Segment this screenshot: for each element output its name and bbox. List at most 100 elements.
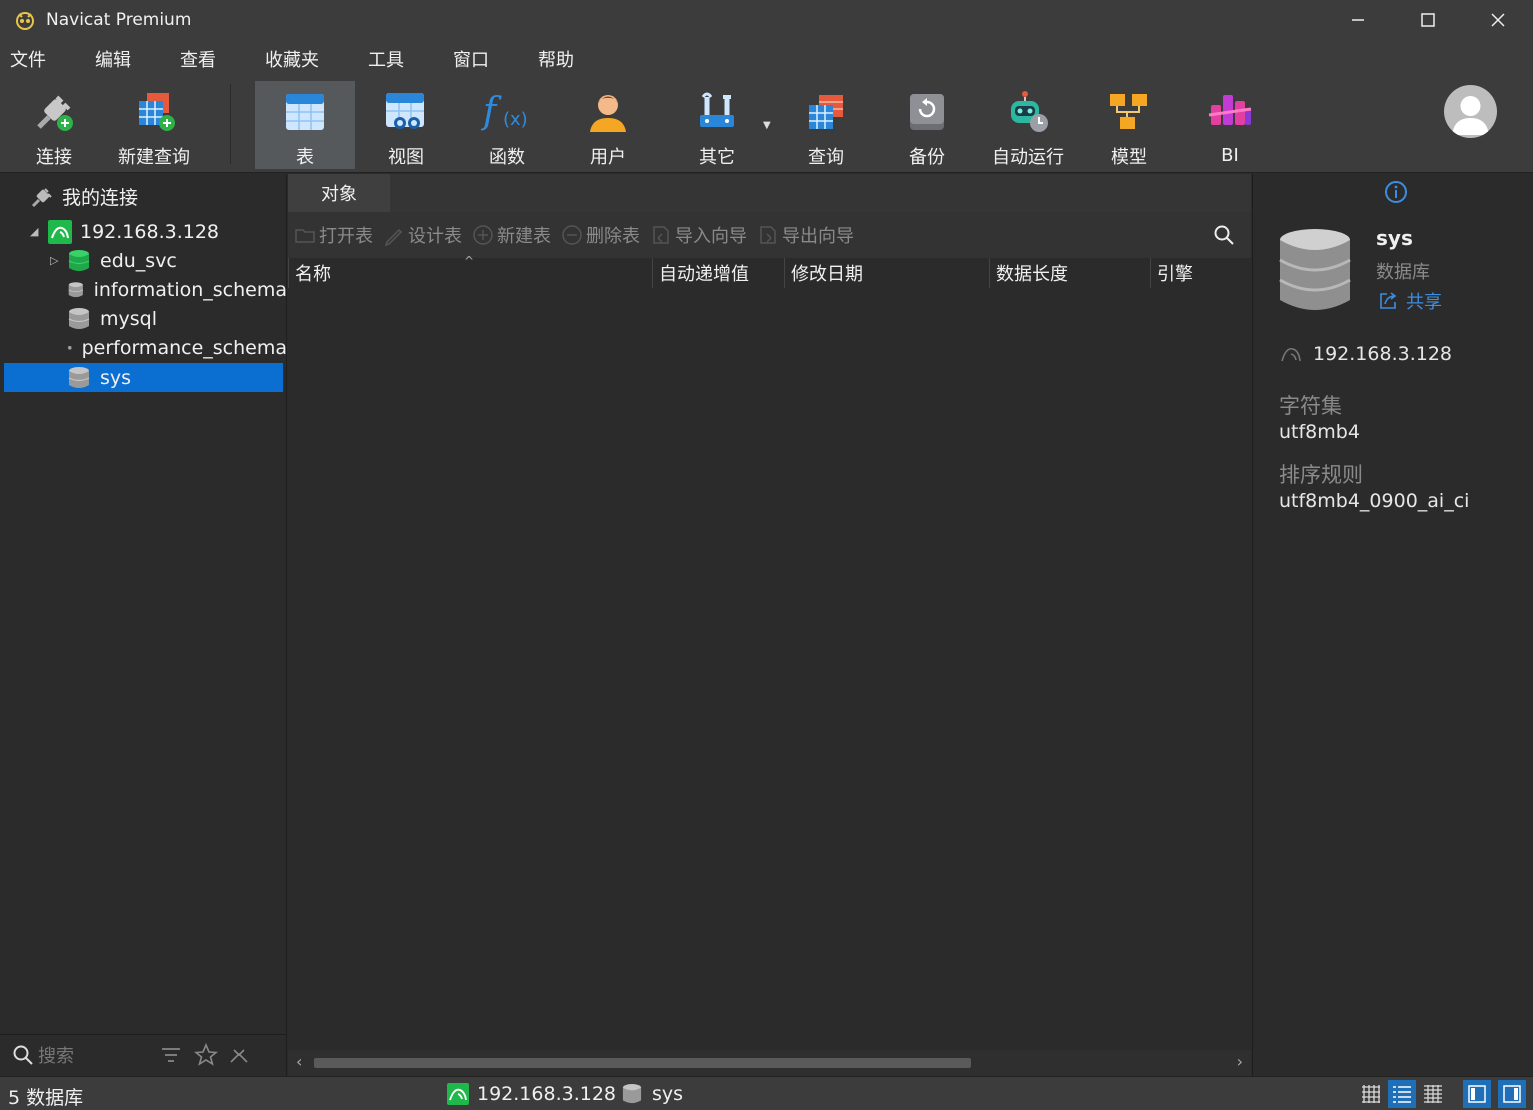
export-wizard-label: 导出向导 xyxy=(782,226,854,247)
left-pane-icon xyxy=(1468,1085,1486,1103)
tree-connection-row[interactable]: ◢ 192.168.3.128 xyxy=(0,217,287,246)
info-db-name: sys xyxy=(1376,226,1413,250)
user-button[interactable]: 用户 xyxy=(558,81,658,169)
query-label: 查询 xyxy=(808,147,844,168)
collation-label: 排序规则 xyxy=(1279,463,1363,487)
automation-button[interactable]: 自动运行 xyxy=(978,81,1078,169)
model-icon xyxy=(1110,94,1147,129)
status-connection: 192.168.3.128 xyxy=(447,1083,616,1105)
design-table-button[interactable]: 设计表 xyxy=(383,222,462,248)
tree-db-sys[interactable]: sys xyxy=(4,363,283,392)
mysql-dolphin-icon xyxy=(1281,347,1301,362)
new-table-button[interactable]: 新建表 xyxy=(472,222,551,248)
function-icon: f (x) xyxy=(481,91,528,132)
other-button[interactable]: 其它 xyxy=(667,81,767,169)
scroll-right-icon[interactable]: › xyxy=(1237,1052,1243,1071)
scroll-left-icon[interactable]: ‹ xyxy=(296,1052,302,1071)
new-query-button[interactable]: 新建查询 xyxy=(104,81,204,169)
user-avatar-icon xyxy=(1452,96,1489,135)
bi-icon xyxy=(1208,95,1252,125)
new-table-label: 新建表 xyxy=(497,226,551,247)
bi-button[interactable]: BI xyxy=(1180,81,1280,169)
detail-view-button[interactable] xyxy=(1419,1080,1447,1108)
tree-db-edu-svc[interactable]: ▷ edu_svc xyxy=(0,246,287,275)
menu-help[interactable]: 帮助 xyxy=(526,46,586,72)
account-avatar[interactable] xyxy=(1444,85,1497,138)
automation-label: 自动运行 xyxy=(992,147,1064,168)
delete-table-label: 删除表 xyxy=(586,226,640,247)
new-query-icon xyxy=(139,93,175,131)
bi-label: BI xyxy=(1221,145,1239,166)
info-icon[interactable] xyxy=(1384,180,1408,204)
new-query-label: 新建查询 xyxy=(118,147,190,168)
column-header-engine[interactable]: 引擎 xyxy=(1150,258,1251,288)
menu-window[interactable]: 窗口 xyxy=(441,46,501,72)
svg-text:f: f xyxy=(481,91,502,132)
export-wizard-button[interactable]: 导出向导 xyxy=(757,222,854,248)
column-header-data-length[interactable]: 数据长度 xyxy=(989,258,1150,288)
maximize-button[interactable] xyxy=(1393,0,1463,40)
table-button[interactable]: 表 xyxy=(255,81,355,169)
sidebar-search-input[interactable]: 搜索 xyxy=(38,1042,74,1068)
connection-tree-panel: 我的连接 ◢ 192.168.3.128 ▷ edu_svc informati… xyxy=(0,174,287,1076)
function-button[interactable]: f (x) 函数 xyxy=(457,81,557,169)
database-icon xyxy=(68,281,84,297)
connect-button[interactable]: 连接 xyxy=(4,81,104,169)
tree-db-information-schema[interactable]: information_schema xyxy=(0,275,287,304)
view-icon xyxy=(386,93,424,129)
pencil-icon xyxy=(384,228,403,246)
tree-db-performance-schema[interactable]: performance_schema xyxy=(0,333,287,362)
tab-strip: 对象 xyxy=(288,174,1251,212)
object-panel: 对象 打开表 设计表 新建表 删除表 导入向导 导出向导 ^ 名称 自动递增值 … xyxy=(288,174,1251,1076)
database-icon xyxy=(68,366,90,388)
robot-icon xyxy=(1011,91,1048,132)
view-button[interactable]: 视图 xyxy=(356,81,456,169)
minimize-button[interactable] xyxy=(1323,0,1393,40)
close-button[interactable] xyxy=(1463,0,1533,40)
grid-view-button[interactable] xyxy=(1357,1080,1385,1108)
mysql-connection-icon xyxy=(48,219,72,244)
share-label: 共享 xyxy=(1406,292,1442,313)
import-wizard-label: 导入向导 xyxy=(675,226,747,247)
query-button[interactable]: 查询 xyxy=(776,81,876,169)
tree-root-my-connections[interactable]: 我的连接 xyxy=(0,182,287,211)
backup-button[interactable]: 备份 xyxy=(877,81,977,169)
query-icon xyxy=(809,95,843,129)
charset-value: utf8mb4 xyxy=(1279,421,1360,443)
tab-objects[interactable]: 对象 xyxy=(288,174,390,212)
open-table-button[interactable]: 打开表 xyxy=(294,222,373,248)
share-link[interactable]: 共享 xyxy=(1378,288,1442,314)
model-button[interactable]: 模型 xyxy=(1079,81,1179,169)
collapse-all-icon[interactable] xyxy=(228,1044,250,1066)
main-toolbar: 连接 新建查询 表 视图 f (x) 函数 用户 其它 ▼ 查询 备份 自动运行… xyxy=(0,78,1533,173)
column-header-name[interactable]: 名称 xyxy=(288,258,652,288)
menu-view[interactable]: 查看 xyxy=(168,46,228,72)
toggle-left-pane-button[interactable] xyxy=(1463,1080,1491,1108)
delete-table-button[interactable]: 删除表 xyxy=(561,222,640,248)
import-wizard-button[interactable]: 导入向导 xyxy=(650,222,747,248)
collapse-arrow-icon[interactable]: ◢ xyxy=(30,225,48,238)
plug-icon xyxy=(31,187,52,207)
column-header-modified-date[interactable]: 修改日期 xyxy=(784,258,989,288)
search-icon[interactable] xyxy=(1213,224,1235,246)
filter-icon[interactable] xyxy=(160,1044,182,1066)
menu-edit[interactable]: 编辑 xyxy=(83,46,143,72)
expand-arrow-icon[interactable]: ▷ xyxy=(50,254,68,267)
list-view-icon xyxy=(1393,1086,1411,1103)
menu-tools[interactable]: 工具 xyxy=(356,46,416,72)
function-label: 函数 xyxy=(489,147,525,168)
other-dropdown-caret-icon[interactable]: ▼ xyxy=(763,120,771,131)
scrollbar-thumb[interactable] xyxy=(314,1058,971,1068)
toggle-right-pane-button[interactable] xyxy=(1498,1080,1526,1108)
column-header-auto-increment[interactable]: 自动递增值 xyxy=(652,258,784,288)
menu-file[interactable]: 文件 xyxy=(0,46,58,72)
star-icon[interactable] xyxy=(194,1042,218,1067)
view-label: 视图 xyxy=(388,147,424,168)
add-circle-icon xyxy=(473,225,493,245)
svg-text:(x): (x) xyxy=(503,109,528,130)
info-connection: 192.168.3.128 xyxy=(1279,342,1452,366)
menu-favorites[interactable]: 收藏夹 xyxy=(253,46,331,72)
list-view-button[interactable] xyxy=(1388,1080,1416,1108)
tree-db-mysql[interactable]: mysql xyxy=(0,304,287,333)
horizontal-scrollbar[interactable]: ‹ › xyxy=(288,1050,1251,1076)
